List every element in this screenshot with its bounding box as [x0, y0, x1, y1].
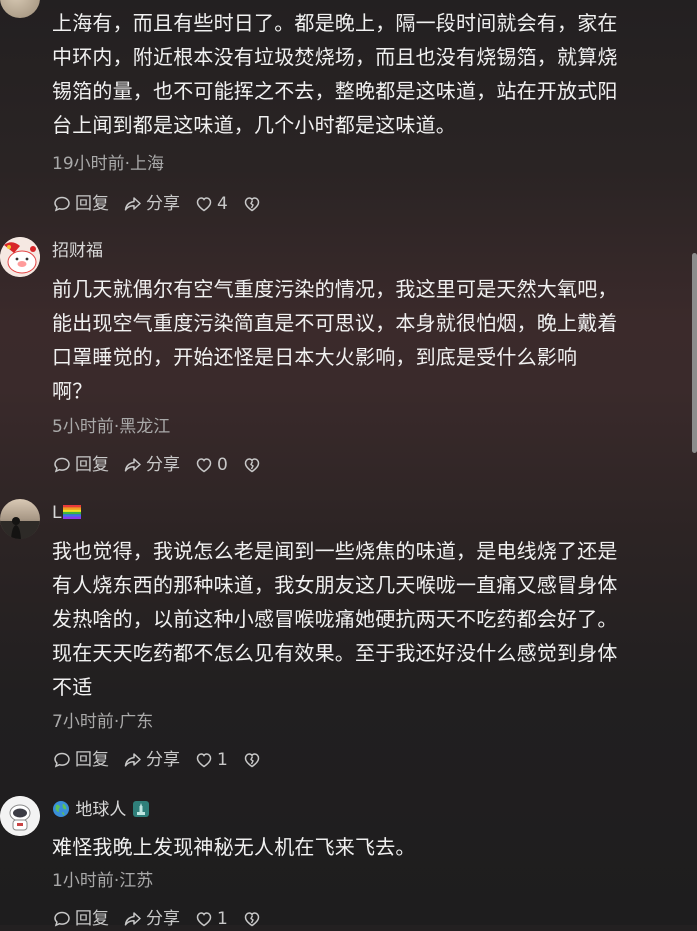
dislike-button[interactable]	[242, 909, 262, 929]
dislike-button[interactable]	[242, 194, 262, 214]
like-button[interactable]: 0	[194, 455, 228, 475]
heart-icon	[196, 197, 212, 212]
like-button[interactable]: 1	[194, 909, 228, 929]
comment-meta: 7小时前·广东	[52, 712, 154, 732]
share-arrow-icon	[124, 458, 141, 472]
rainbow-flag-icon	[63, 505, 82, 519]
reply-label: 回复	[75, 455, 109, 475]
broken-heart-icon	[244, 458, 260, 473]
reply-label: 回复	[75, 194, 109, 214]
comment-meta: 19小时前·上海	[52, 154, 165, 174]
share-label: 分享	[146, 194, 180, 214]
reply-bubble-icon	[54, 457, 70, 473]
share-label: 分享	[146, 750, 180, 770]
comment-actions: 回复 分享 1	[52, 907, 276, 931]
comment-text-line: 中环内，附近根本没有垃圾焚烧场，而且也没有烧锡箔，就算烧	[52, 45, 618, 69]
comment-text-line: 上海有，而且有些时日了。都是晚上，隔一段时间就会有，家在	[52, 11, 618, 35]
username-text: L	[52, 503, 62, 523]
like-count: 4	[217, 194, 228, 214]
comment-text-line: 能出现空气重度污染简直是不可思议，本身就很怕烟，晚上戴着	[52, 311, 618, 335]
comment-text-line: 前几天就偶尔有空气重度污染的情况，我这里可是天然大氧吧，	[52, 277, 618, 301]
share-arrow-icon	[124, 912, 141, 926]
comment-body: 难怪我晚上发现神秘无人机在飞来飞去。	[52, 830, 680, 864]
reply-bubble-icon	[54, 196, 70, 212]
comment-actions: 回复 分享 0	[52, 453, 276, 477]
share-button[interactable]: 分享	[123, 909, 180, 929]
share-button[interactable]: 分享	[123, 750, 180, 770]
username[interactable]: 地球人	[52, 799, 150, 821]
comment-text-line: 不适	[52, 675, 93, 699]
comment-text-line: 台上闻到都是这味道，几个小时都是这味道。	[52, 113, 456, 137]
share-arrow-icon	[124, 753, 141, 767]
broken-heart-icon	[244, 197, 260, 212]
like-button[interactable]: 4	[194, 194, 228, 214]
username[interactable]: L	[52, 502, 82, 524]
share-button[interactable]: 分享	[123, 194, 180, 214]
comment-text-line: 有人烧东西的那种味道，我女朋友这几天喉咙一直痛又感冒身体	[52, 573, 618, 597]
broken-heart-icon	[244, 912, 260, 927]
comment-text-line: 发热啥的，以前这种小感冒喉咙痛她硬抗两天不吃药都会好了。	[52, 607, 618, 631]
avatar[interactable]	[0, 0, 40, 18]
reply-button[interactable]: 回复	[52, 455, 109, 475]
like-count: 1	[217, 750, 228, 770]
dislike-button[interactable]	[242, 750, 262, 770]
share-label: 分享	[146, 909, 180, 929]
like-button[interactable]: 1	[194, 750, 228, 770]
comment-actions: 回复 分享 1	[52, 748, 276, 772]
avatar[interactable]	[0, 499, 40, 539]
globe-icon	[53, 801, 69, 817]
scrollbar-thumb[interactable]	[692, 253, 697, 453]
comment-meta: 5小时前·黑龙江	[52, 417, 171, 437]
reply-button[interactable]: 回复	[52, 194, 109, 214]
comment-text-line: 难怪我晚上发现神秘无人机在飞来飞去。	[52, 835, 416, 859]
username[interactable]: 招财福	[52, 240, 103, 262]
avatar[interactable]	[0, 237, 40, 277]
like-count: 1	[217, 909, 228, 929]
reply-label: 回复	[75, 909, 109, 929]
comment-body: 上海有，而且有些时日了。都是晚上，隔一段时间就会有，家在 中环内，附近根本没有垃…	[52, 6, 680, 142]
reply-bubble-icon	[54, 752, 70, 768]
heart-icon	[196, 753, 212, 768]
avatar[interactable]	[0, 796, 40, 836]
reply-bubble-icon	[54, 911, 70, 927]
like-count: 0	[217, 455, 228, 475]
comment-body: 前几天就偶尔有空气重度污染的情况，我这里可是天然大氧吧， 能出现空气重度污染简直…	[52, 272, 680, 408]
heart-icon	[196, 458, 212, 473]
comment-feed: 上海有，而且有些时日了。都是晚上，隔一段时间就会有，家在 中环内，附近根本没有垃…	[0, 0, 697, 929]
avatar-astronaut-image	[0, 796, 40, 836]
reply-label: 回复	[75, 750, 109, 770]
comment-text-line: 现在天天吃药都不怎么见有效果。至于我还好没什么感觉到身体	[52, 641, 618, 665]
username-text: 地球人	[75, 800, 127, 820]
avatar-silhouette-image	[0, 517, 40, 539]
comment-text-line: 锡箔的量，也不可能挥之不去，整晚都是这味道，站在开放式阳	[52, 79, 618, 103]
share-arrow-icon	[124, 197, 141, 211]
comment-body: 我也觉得，我说怎么老是闻到一些烧焦的味道，是电线烧了还是 有人烧东西的那种味道，…	[52, 534, 680, 704]
reply-button[interactable]: 回复	[52, 909, 109, 929]
dislike-button[interactable]	[242, 455, 262, 475]
comment-meta: 1小时前·江苏	[52, 871, 154, 891]
comment-actions: 回复 分享 4	[52, 192, 276, 216]
comment-text-line: 啊？	[52, 379, 93, 403]
share-button[interactable]: 分享	[123, 455, 180, 475]
heart-icon	[196, 912, 212, 927]
broken-heart-icon	[244, 753, 260, 768]
reply-button[interactable]: 回复	[52, 750, 109, 770]
comment-text-line: 我也觉得，我说怎么老是闻到一些烧焦的味道，是电线烧了还是	[52, 539, 618, 563]
statue-of-liberty-icon	[132, 801, 149, 817]
avatar-lucky-pig-image	[0, 237, 40, 277]
comment-text-line: 口罩睡觉的，开始还怪是日本大火影响，到底是受什么影响	[52, 345, 578, 369]
share-label: 分享	[146, 455, 180, 475]
